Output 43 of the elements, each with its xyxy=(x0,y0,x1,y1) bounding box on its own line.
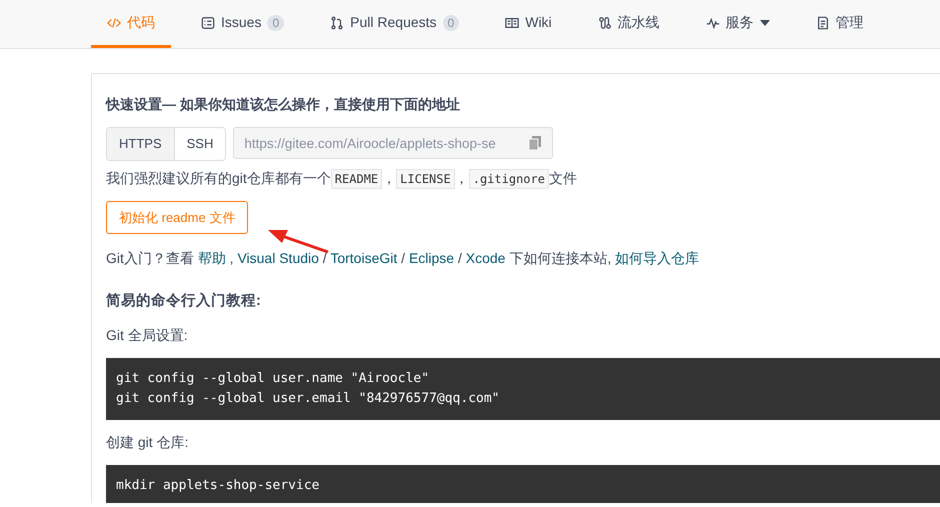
arrow-annotation xyxy=(268,228,330,254)
help-link[interactable]: 如何导入仓库 xyxy=(615,250,700,266)
step-label: Git 全局设置: xyxy=(106,326,189,345)
pulse-icon xyxy=(706,16,720,30)
tutorial-title: 简易的命令行入门教程: xyxy=(106,291,262,311)
help-link[interactable]: TortoiseGit xyxy=(330,250,398,266)
help-text: , xyxy=(228,250,235,266)
recommendation-text: 文件 xyxy=(548,170,577,186)
file-name-code: README xyxy=(330,168,382,188)
recommendation-text: 我们强烈建议所有的git仓库都有一个 xyxy=(106,170,331,186)
help-link[interactable]: Eclipse xyxy=(408,250,454,266)
book-icon xyxy=(505,16,520,30)
file-name-code: LICENSE xyxy=(396,168,455,188)
file-name-code: .gitignore xyxy=(468,168,549,188)
branch-icon xyxy=(330,16,344,30)
step-label: 创建 git 仓库: xyxy=(106,432,190,452)
help-link[interactable]: 帮助 xyxy=(198,250,226,266)
section-title: 快速设置— 如果你知道该怎么操作，直接使用下面的地址 xyxy=(106,95,461,114)
tab[interactable]: 服务 xyxy=(690,0,786,48)
tab[interactable]: 流水线 xyxy=(582,0,676,48)
recommendation-text: ， xyxy=(454,170,469,186)
count-badge: 0 xyxy=(267,14,284,30)
tab[interactable]: 管理 xyxy=(800,0,880,48)
code-block: mkdir applets-shop-service xyxy=(106,464,940,503)
help-text: Git入门？查看 xyxy=(106,250,195,266)
tab[interactable]: Wiki xyxy=(489,0,568,48)
code-icon xyxy=(107,16,121,30)
help-link[interactable]: Xcode xyxy=(466,250,506,266)
help-text: / xyxy=(456,250,463,266)
tab[interactable]: Issues 0 xyxy=(185,0,300,48)
code-block: git config --global user.name "Airoocle" git config --global user.email "842976577@qq.com" xyxy=(106,358,940,420)
protocol-tab[interactable]: HTTPS xyxy=(107,128,175,160)
recommendation-text: ， xyxy=(382,170,396,186)
help-text: / xyxy=(400,250,406,266)
tab[interactable]: Pull Requests 0 xyxy=(314,0,476,48)
copy-icon[interactable] xyxy=(529,136,542,150)
count-badge: 0 xyxy=(442,14,460,30)
list-icon xyxy=(201,16,215,30)
pipeline-icon xyxy=(598,16,612,30)
help-text: / xyxy=(322,250,328,266)
help-link[interactable]: Visual Studio xyxy=(237,250,319,266)
document-icon xyxy=(816,16,830,30)
help-text: 下如何连接本站, xyxy=(508,250,612,266)
